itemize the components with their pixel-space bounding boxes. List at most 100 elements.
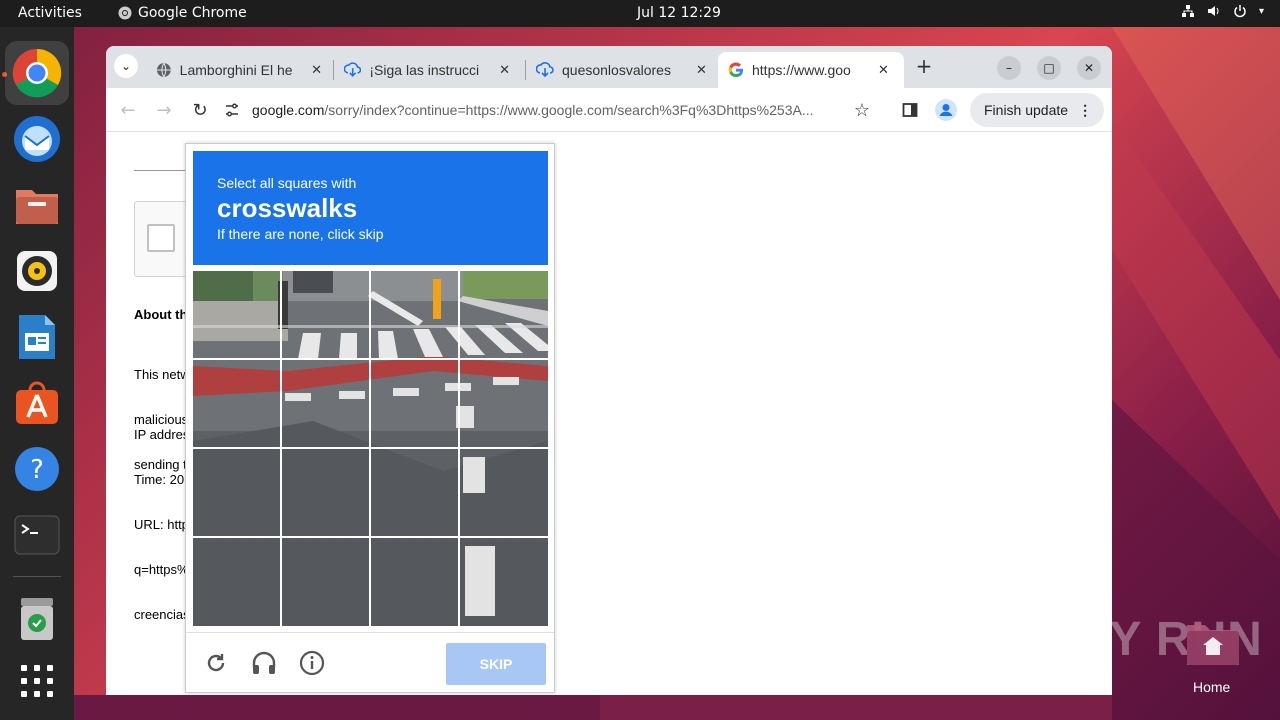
help-icon: ? bbox=[15, 447, 59, 491]
challenge-keyword: crosswalks bbox=[217, 193, 358, 223]
dock-rhythmbox[interactable] bbox=[5, 239, 69, 303]
bookmark-button[interactable]: ☆ bbox=[850, 98, 874, 122]
dock-writer[interactable] bbox=[5, 305, 69, 369]
software-icon bbox=[16, 381, 58, 424]
para-line: creencias bbox=[134, 607, 190, 622]
tile-r1-c1[interactable] bbox=[193, 271, 280, 358]
new-tab-button[interactable]: + bbox=[912, 54, 936, 78]
site-settings-icon bbox=[226, 103, 238, 117]
details-paragraph: IP addres Time: 20 URL: http q=https% cr… bbox=[134, 397, 190, 652]
arrow-right-icon: → bbox=[156, 99, 172, 121]
home-folder-label[interactable]: Home bbox=[1193, 679, 1230, 695]
dock: ? bbox=[0, 27, 74, 720]
recaptcha-challenge: Select all squares with crosswalks If th… bbox=[185, 143, 555, 693]
challenge-instruction: Select all squares with bbox=[217, 175, 357, 191]
dock-thunderbird[interactable] bbox=[5, 107, 69, 171]
trash-icon bbox=[21, 598, 53, 640]
tab-title: quesonlosvalores bbox=[562, 62, 671, 78]
files-icon bbox=[16, 190, 58, 224]
terminal-icon bbox=[14, 515, 60, 555]
audio-challenge-button[interactable] bbox=[250, 649, 278, 677]
clock[interactable]: Jul 12 12:29 bbox=[637, 5, 721, 21]
star-icon: ☆ bbox=[853, 99, 871, 121]
close-window-button[interactable]: ✕ bbox=[1077, 56, 1101, 80]
info-button[interactable] bbox=[298, 649, 326, 677]
close-icon[interactable]: ✕ bbox=[499, 62, 510, 78]
chevron-down-icon: ⌄ bbox=[120, 59, 132, 73]
para-line: q=https% bbox=[134, 562, 189, 577]
tile-r3-c4[interactable] bbox=[460, 449, 547, 536]
tab-search-button[interactable]: ⌄ bbox=[114, 54, 138, 78]
skip-button[interactable]: SKIP bbox=[446, 643, 546, 685]
power-icon bbox=[1234, 5, 1246, 18]
close-icon[interactable]: ✕ bbox=[878, 62, 889, 78]
tile-r2-c4[interactable] bbox=[460, 360, 547, 447]
reload-button[interactable]: ↻ bbox=[188, 98, 212, 122]
tile-r1-c2[interactable] bbox=[282, 271, 369, 358]
toolbar: ← → ↻ google.com/sorry/index?continue=ht… bbox=[106, 88, 1112, 132]
dock-terminal[interactable] bbox=[5, 503, 69, 567]
close-icon[interactable]: ✕ bbox=[311, 62, 322, 78]
info-icon bbox=[299, 650, 325, 676]
tile-r4-c3[interactable] bbox=[371, 538, 458, 625]
address-bar[interactable]: google.com/sorry/index?continue=https://… bbox=[224, 94, 884, 126]
tile-r4-c1[interactable] bbox=[193, 538, 280, 625]
tile-r2-c2[interactable] bbox=[282, 360, 369, 447]
about-heading: About th bbox=[134, 307, 188, 322]
tab-siga[interactable]: ¡Siga las instrucci ✕ bbox=[334, 52, 520, 88]
tile-r3-c1[interactable] bbox=[193, 449, 280, 536]
volume-icon bbox=[1207, 6, 1219, 16]
challenge-footer: SKIP bbox=[186, 632, 554, 692]
tab-google-active[interactable]: https://www.goo ✕ bbox=[718, 52, 904, 88]
minimize-button[interactable]: – bbox=[997, 56, 1021, 80]
challenge-header: Select all squares with crosswalks If th… bbox=[193, 151, 548, 265]
google-icon bbox=[728, 62, 743, 78]
more-vert-icon: ⋮ bbox=[1078, 101, 1093, 118]
tile-r4-c4[interactable] bbox=[460, 538, 547, 625]
app-menu[interactable]: Google Chrome bbox=[118, 5, 247, 21]
dock-files[interactable] bbox=[5, 173, 69, 237]
activities-button[interactable]: Activities bbox=[18, 5, 82, 21]
tile-r1-c3[interactable] bbox=[371, 271, 458, 358]
url-host: google.com bbox=[252, 102, 325, 118]
dock-trash[interactable] bbox=[5, 587, 69, 651]
chevron-down-icon: ▾ bbox=[1258, 5, 1264, 17]
maximize-icon: □ bbox=[1043, 61, 1055, 75]
app-name: Google Chrome bbox=[138, 5, 247, 21]
plus-icon: + bbox=[915, 54, 933, 78]
reload-challenge-button[interactable] bbox=[202, 649, 230, 677]
globe-icon bbox=[156, 62, 171, 78]
tab-title: https://www.goo bbox=[752, 62, 851, 78]
side-panel-button[interactable] bbox=[898, 98, 922, 122]
close-icon[interactable]: ✕ bbox=[696, 62, 707, 78]
system-tray[interactable]: ▾ bbox=[1181, 4, 1264, 18]
tile-r2-c3[interactable] bbox=[371, 360, 458, 447]
dock-apps-grid[interactable] bbox=[5, 649, 69, 713]
recaptcha-checkbox[interactable] bbox=[147, 224, 175, 252]
tile-r4-c2[interactable] bbox=[282, 538, 369, 625]
tile-r3-c2[interactable] bbox=[282, 449, 369, 536]
maximize-button[interactable]: □ bbox=[1037, 56, 1061, 80]
challenge-hint: If there are none, click skip bbox=[217, 226, 384, 242]
home-folder-icon[interactable] bbox=[1185, 619, 1241, 667]
forward-button[interactable]: → bbox=[152, 98, 176, 122]
profile-button[interactable] bbox=[934, 98, 958, 122]
dock-help[interactable]: ? bbox=[5, 437, 69, 501]
dock-software[interactable] bbox=[5, 371, 69, 435]
tile-r1-c4[interactable] bbox=[460, 271, 547, 358]
dock-chrome[interactable] bbox=[5, 41, 69, 105]
tab-title: ¡Siga las instrucci bbox=[369, 62, 480, 78]
avatar-icon bbox=[935, 99, 957, 121]
challenge-image-grid bbox=[193, 271, 548, 626]
tab-lamborghini[interactable]: Lamborghini El he ✕ bbox=[146, 52, 332, 88]
reload-icon bbox=[207, 654, 225, 672]
back-button[interactable]: ← bbox=[116, 98, 140, 122]
chrome-small-icon bbox=[118, 6, 132, 20]
dock-separator bbox=[13, 576, 61, 577]
minimize-icon: – bbox=[1006, 61, 1012, 75]
finish-update-button[interactable]: Finish update ⋮ bbox=[970, 93, 1104, 127]
rhythmbox-icon bbox=[17, 251, 57, 291]
tile-r2-c1[interactable] bbox=[193, 360, 280, 447]
tile-r3-c3[interactable] bbox=[371, 449, 458, 536]
tab-quesonlosvalores[interactable]: quesonlosvalores ✕ bbox=[526, 52, 718, 88]
